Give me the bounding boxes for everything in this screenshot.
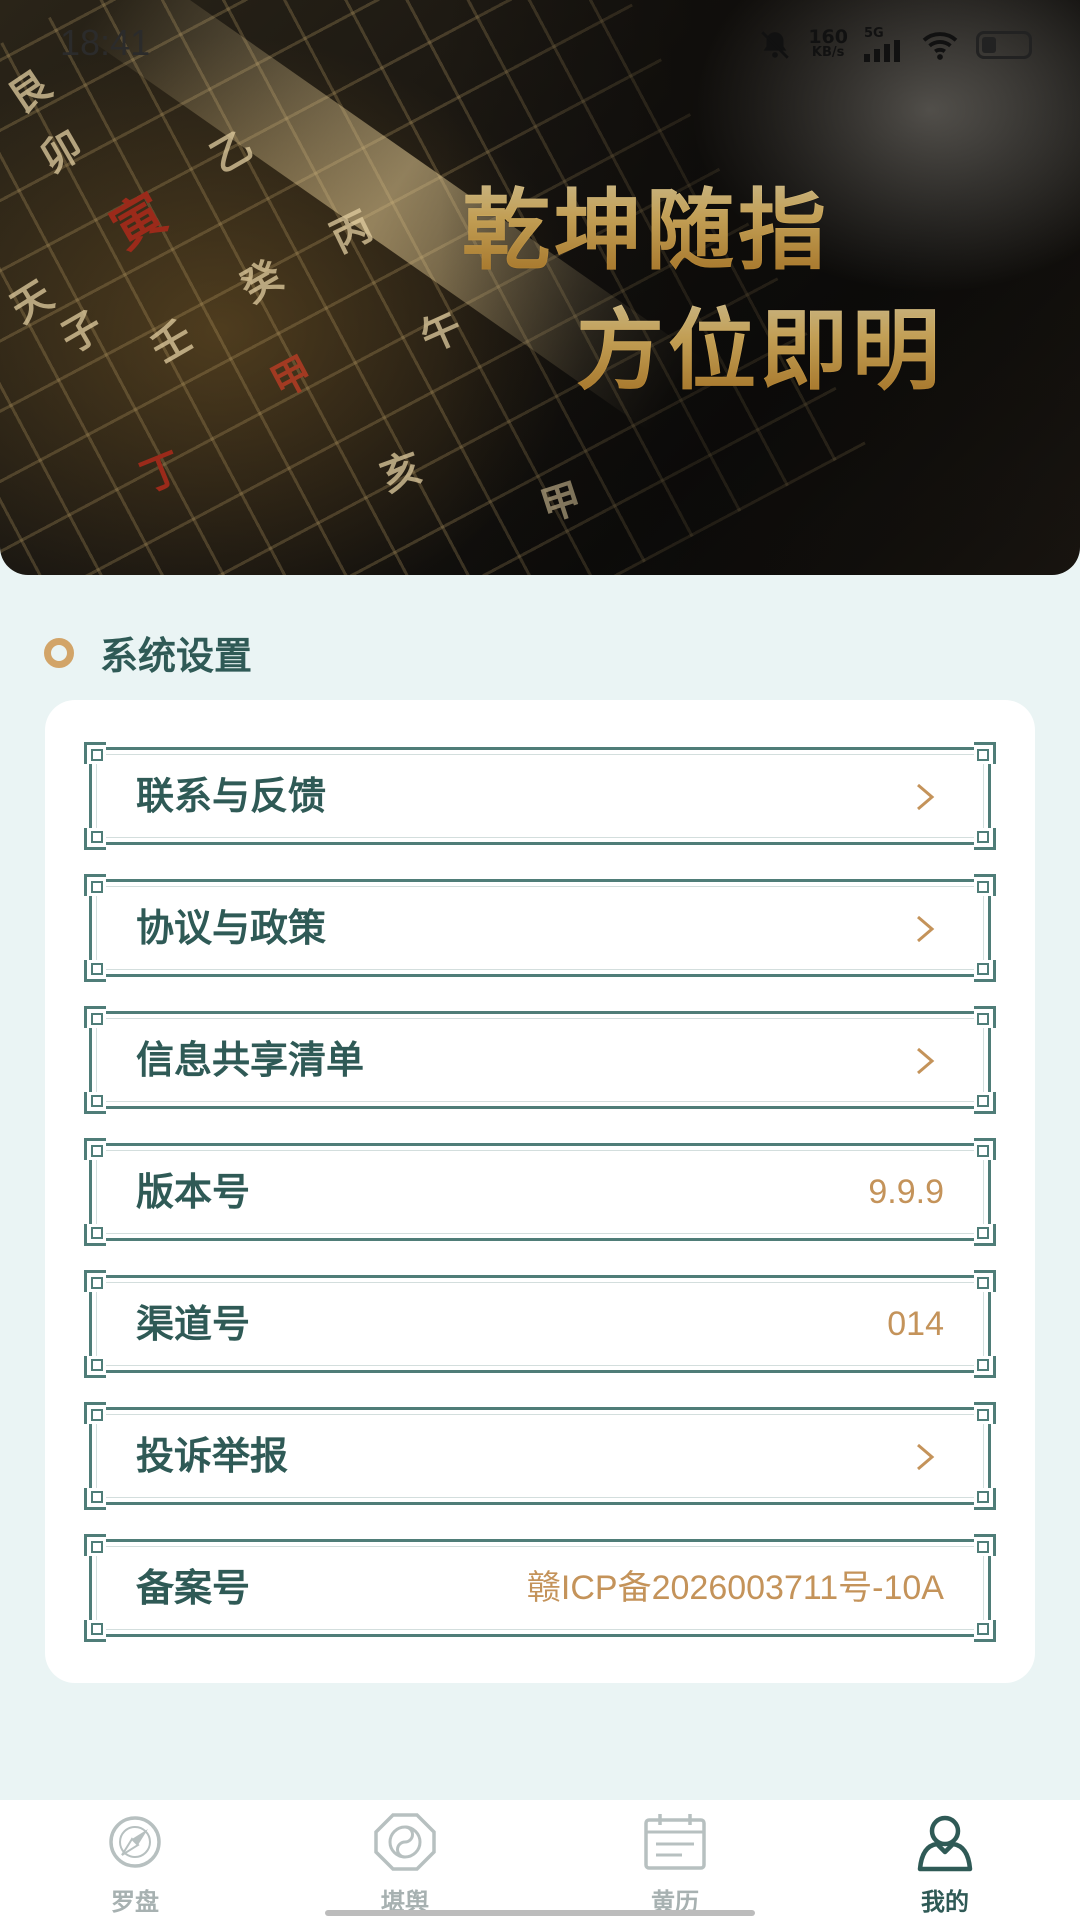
section-title: 系统设置 <box>100 634 253 678</box>
bottom-nav: 罗盘 堪舆 黄历 我的 <box>0 1800 1080 1920</box>
compass-glyph: 乙 <box>202 121 261 183</box>
net-speed-indicator: 160 KB/s <box>808 26 848 61</box>
compass-glyph: 丙 <box>323 202 380 263</box>
chevron-right-icon <box>917 783 935 811</box>
chevron-right-icon <box>917 1047 935 1075</box>
settings-item-label: 渠道号 <box>136 1302 251 1346</box>
settings-item-label: 信息共享清单 <box>136 1038 365 1082</box>
compass-glyph: 卯 <box>32 121 91 183</box>
channel-value: 014 <box>887 1305 944 1343</box>
compass-glyph: 寅 <box>100 182 177 262</box>
version-value: 9.9.9 <box>868 1173 944 1211</box>
settings-card: 联系与反馈 协议与政策 信息共享清单 版本号 9.9.9 渠道号 014 投诉举… <box>45 700 1035 1683</box>
settings-item-label: 版本号 <box>136 1170 251 1214</box>
section-header: 系统设置 <box>44 625 252 680</box>
wifi-icon <box>920 29 960 61</box>
settings-item-version: 版本号 9.9.9 <box>84 1138 996 1246</box>
settings-item-channel: 渠道号 014 <box>84 1270 996 1378</box>
profile-icon <box>917 1815 973 1872</box>
compass-icon <box>109 1816 161 1868</box>
nav-item-almanac[interactable]: 黄历 <box>540 1800 810 1920</box>
settings-item-agreement-policy[interactable]: 协议与政策 <box>84 874 996 982</box>
hero-slogan-line2: 方位即明 <box>576 280 944 407</box>
settings-item-icp-record[interactable]: 备案号 赣ICP备2026003711号-10A <box>84 1534 996 1642</box>
nav-item-compass[interactable]: 罗盘 <box>0 1800 270 1920</box>
nav-item-profile[interactable]: 我的 <box>810 1800 1080 1920</box>
nav-label: 罗盘 <box>111 1888 159 1916</box>
chevron-right-icon <box>917 1443 935 1471</box>
calendar-icon <box>644 1814 706 1870</box>
net-speed-unit: KB/s <box>811 45 845 60</box>
compass-glyph: 甲 <box>262 346 321 408</box>
nav-item-fengshui[interactable]: 堪舆 <box>270 1800 540 1920</box>
settings-item-complaint-report[interactable]: 投诉举报 <box>84 1402 996 1510</box>
home-indicator[interactable] <box>325 1910 755 1916</box>
status-bar: 18:41 160 KB/s 5G <box>0 0 1080 90</box>
bell-muted-icon <box>758 28 792 62</box>
nav-label: 我的 <box>921 1888 969 1916</box>
settings-item-label: 备案号 <box>136 1566 251 1610</box>
signal-icon: 5G <box>864 26 904 62</box>
battery-icon <box>976 31 1032 59</box>
hero-slogan-line1: 乾坤随指 <box>462 160 830 287</box>
compass-glyph: 癸 <box>232 251 291 313</box>
status-time: 18:41 <box>60 22 151 63</box>
settings-item-label: 联系与反馈 <box>136 774 327 818</box>
icp-record-value[interactable]: 赣ICP备2026003711号-10A <box>527 1542 944 1634</box>
compass-glyph: 亥 <box>374 443 429 502</box>
chevron-right-icon <box>917 915 935 943</box>
settings-item-label: 协议与政策 <box>136 906 327 950</box>
compass-glyph: 壬 <box>142 311 201 373</box>
compass-glyph: 丁 <box>133 442 189 502</box>
network-type: 5G <box>864 26 884 41</box>
net-speed-value: 160 <box>808 26 848 48</box>
bagua-icon <box>374 1813 436 1871</box>
settings-item-label: 投诉举报 <box>136 1434 289 1478</box>
ring-bullet-icon <box>44 637 74 668</box>
battery-fill <box>982 37 996 53</box>
settings-item-contact-feedback[interactable]: 联系与反馈 <box>84 742 996 850</box>
settings-item-info-sharing-list[interactable]: 信息共享清单 <box>84 1006 996 1114</box>
compass-glyph: 子 <box>52 301 111 363</box>
